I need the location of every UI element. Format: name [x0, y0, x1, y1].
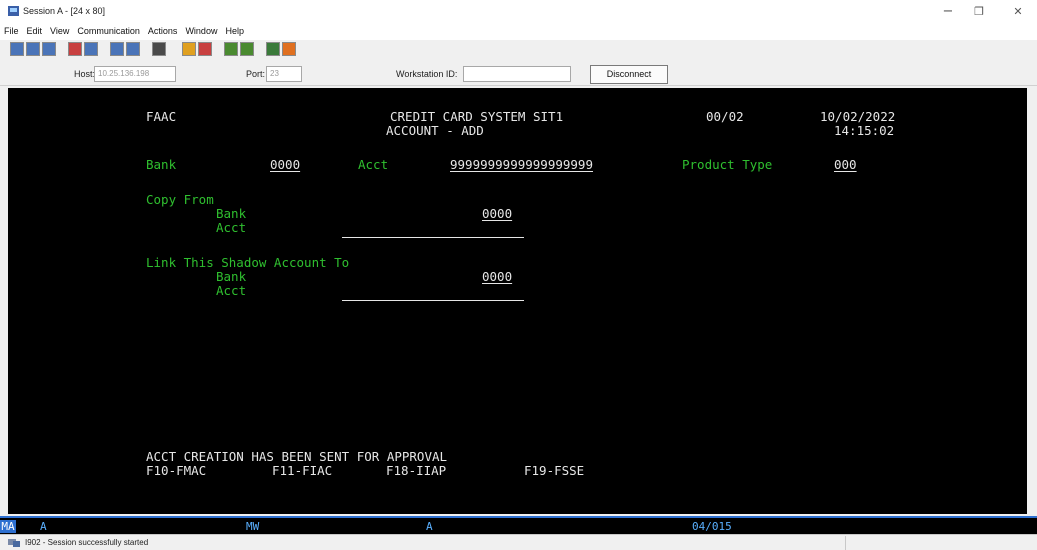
chart-icon[interactable]	[224, 42, 238, 56]
status-message: ACCT CREATION HAS BEEN SENT FOR APPROVAL	[146, 449, 448, 464]
host-label: Host:	[74, 69, 96, 79]
menu-bar: File Edit View Communication Actions Window He…	[0, 24, 1037, 40]
link-shadow-heading: Link This Shadow Account To	[146, 255, 350, 270]
fkey-f18[interactable]: F18-IIAP	[386, 464, 446, 478]
copy-from-bank-label: Bank	[216, 206, 247, 221]
send-icon[interactable]	[68, 42, 82, 56]
operator-info-area: MA A MW A 04/015	[0, 516, 1037, 534]
menu-communication[interactable]: Communication	[73, 24, 144, 38]
link-shadow-acct-label: Acct	[216, 283, 247, 298]
oia-field-1: A	[40, 520, 47, 533]
screen-id: FAAC	[146, 109, 177, 124]
window-title: Session A - [24 x 80]	[23, 6, 106, 16]
link-shadow-bank-field[interactable]: 0000	[482, 270, 512, 284]
menu-actions[interactable]: Actions	[144, 24, 182, 38]
copy-from-acct-field[interactable]	[342, 237, 524, 238]
record-icon[interactable]	[152, 42, 166, 56]
screen-date: 10/02/2022	[820, 109, 896, 124]
display-icon[interactable]	[10, 42, 24, 56]
link-shadow-acct-field[interactable]	[342, 300, 524, 301]
close-button[interactable]: ✕	[1002, 2, 1034, 22]
app-icon	[8, 6, 19, 16]
workstation-id-field[interactable]	[463, 66, 571, 82]
bank-label: Bank	[146, 157, 177, 172]
status-bar: I902 - Session successfully started	[0, 534, 1037, 550]
product-type-field[interactable]: 000	[834, 158, 857, 172]
bank-field[interactable]: 0000	[270, 158, 300, 172]
macro-record-icon[interactable]	[198, 42, 212, 56]
menu-file[interactable]: File	[0, 24, 23, 38]
help-icon[interactable]	[282, 42, 296, 56]
toolbar	[0, 40, 1037, 60]
menu-view[interactable]: View	[46, 24, 73, 38]
copy-from-acct-label: Acct	[216, 220, 247, 235]
paste-icon[interactable]	[42, 42, 56, 56]
fkey-f11[interactable]: F11-FIAC	[272, 464, 332, 478]
restore-button[interactable]: ❐	[963, 2, 995, 22]
oia-field-2: MW	[246, 520, 260, 533]
globe-icon[interactable]	[266, 42, 280, 56]
minimize-button[interactable]: −	[932, 2, 964, 22]
keypad-icon[interactable]	[110, 42, 124, 56]
fkey-f10[interactable]: F10-FMAC	[146, 464, 206, 478]
disconnect-button[interactable]: Disconnect	[590, 65, 668, 84]
port-field[interactable]: 23	[266, 66, 302, 82]
menu-edit[interactable]: Edit	[23, 24, 47, 38]
status-message-bar: I902 - Session successfully started	[25, 538, 149, 547]
page-indicator: 00/02	[706, 109, 744, 124]
copy-icon[interactable]	[26, 42, 40, 56]
session-icon	[8, 539, 20, 547]
connection-bar: Host: 10.25.136.198 Port: 23 Workstation…	[0, 62, 1037, 86]
cursor-position: 04/015	[692, 520, 732, 533]
terminal-screen[interactable]: FAAC CREDIT CARD SYSTEM SIT1 00/02 10/02…	[8, 88, 1027, 514]
window-title-bar: Session A - [24 x 80] − ❐ ✕	[0, 0, 1037, 24]
script-icon[interactable]	[240, 42, 254, 56]
menu-help[interactable]: Help	[221, 24, 248, 38]
screen-subtitle: ACCOUNT - ADD	[386, 123, 484, 138]
copy-from-bank-field[interactable]: 0000	[482, 207, 512, 221]
port-label: Port:	[246, 69, 266, 79]
status-pane	[845, 536, 1037, 550]
host-field[interactable]: 10.25.136.198	[94, 66, 176, 82]
workstation-id-label: Workstation ID:	[396, 69, 458, 79]
acct-field[interactable]: 9999999999999999999	[450, 158, 593, 172]
keyboard-map-icon[interactable]	[126, 42, 140, 56]
macro-play-icon[interactable]	[182, 42, 196, 56]
product-type-label: Product Type	[682, 157, 773, 172]
receive-icon[interactable]	[84, 42, 98, 56]
screen-time: 14:15:02	[834, 123, 895, 138]
oia-indicator: MA	[0, 520, 16, 533]
oia-field-3: A	[426, 520, 433, 533]
menu-window[interactable]: Window	[181, 24, 221, 38]
link-shadow-bank-label: Bank	[216, 269, 247, 284]
copy-from-heading: Copy From	[146, 192, 214, 207]
fkey-f19[interactable]: F19-FSSE	[524, 464, 584, 478]
acct-label: Acct	[358, 157, 389, 172]
system-title: CREDIT CARD SYSTEM SIT1	[390, 109, 564, 124]
